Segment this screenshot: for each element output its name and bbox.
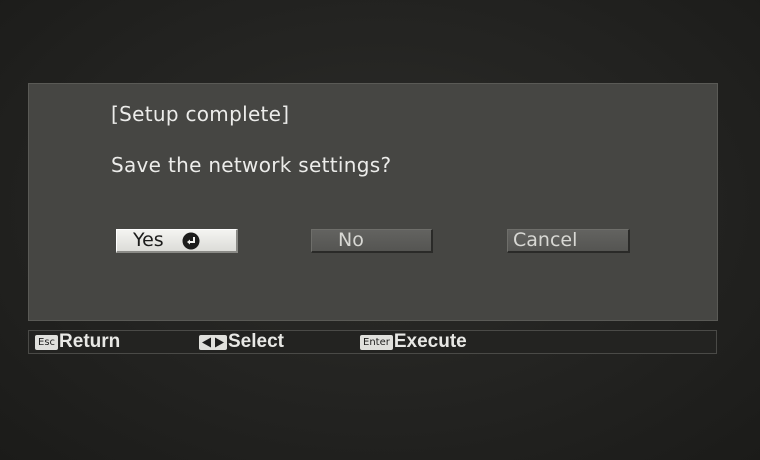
dialog-message: Save the network settings? — [111, 153, 392, 177]
selected-check-icon — [182, 232, 200, 249]
hint-select: Select — [199, 331, 284, 353]
hint-return: Esc Return — [35, 331, 120, 353]
no-button-label: No — [338, 229, 364, 251]
yes-button[interactable]: Yes — [116, 229, 238, 253]
hint-execute-label: Execute — [393, 331, 467, 352]
key-hint-bar: Esc Return Select Enter Execute — [28, 330, 717, 354]
left-right-arrows-icon — [199, 334, 227, 350]
hint-select-label: Select — [228, 331, 284, 352]
no-button[interactable]: No — [311, 229, 433, 253]
dialog-title: [Setup complete] — [111, 102, 290, 126]
hint-execute: Enter Execute — [360, 331, 467, 353]
yes-button-label: Yes — [133, 229, 164, 251]
cancel-button-label: Cancel — [513, 229, 578, 251]
arrow-glyphs — [202, 337, 224, 347]
cancel-button[interactable]: Cancel — [507, 229, 630, 253]
hint-return-label: Return — [59, 331, 121, 352]
setup-complete-dialog: [Setup complete] Save the network settin… — [28, 83, 718, 321]
esc-key-icon: Esc — [35, 334, 59, 350]
enter-key-icon: Enter — [360, 334, 393, 350]
